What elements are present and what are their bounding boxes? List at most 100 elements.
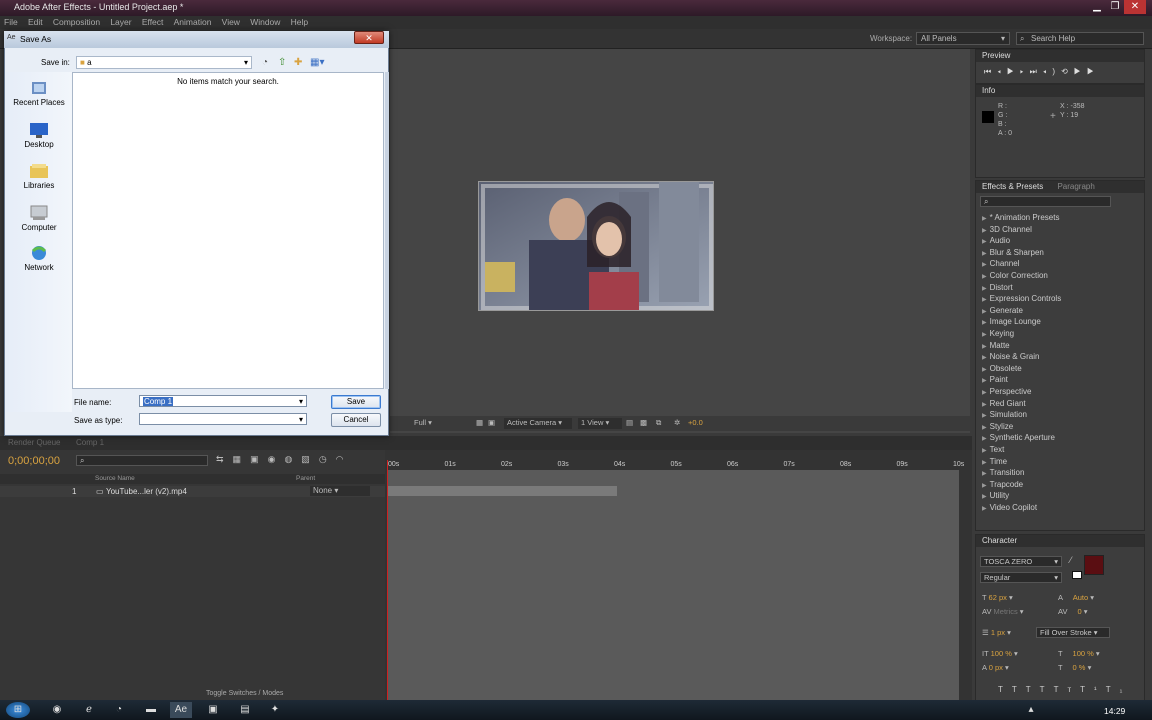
notepad-icon[interactable]: ▤ [234,702,256,718]
effects-category[interactable]: ▶ 3D Channel [982,225,1032,234]
disclosure-triangle-icon[interactable]: ▶ [982,332,987,338]
disclosure-triangle-icon[interactable]: ▶ [982,425,987,431]
auto-keyframe-icon[interactable]: ◷ [319,454,336,464]
disclosure-triangle-icon[interactable]: ▶ [982,286,987,292]
workspace-select[interactable]: All Panels ▾ [916,32,1010,45]
effects-category[interactable]: ▶ Blur & Sharpen [982,248,1044,257]
effects-category[interactable]: ▶ * Animation Presets [982,213,1059,222]
disclosure-triangle-icon[interactable]: ▶ [982,274,987,280]
menu-composition[interactable]: Composition [49,16,104,28]
menu-view[interactable]: View [218,16,244,28]
grid-icon[interactable]: ▦ [476,418,483,429]
layer-duration-bar[interactable] [387,486,617,496]
effects-search-input[interactable]: ⌕ [980,196,1111,207]
tab-effects-presets[interactable]: Effects & Presets [982,182,1043,191]
effects-category[interactable]: ▶ Keying [982,329,1014,338]
disclosure-triangle-icon[interactable]: ▶ [982,239,987,245]
composition-frame[interactable] [478,181,714,311]
premiere-icon[interactable]: ▣ [202,702,224,718]
app-icon[interactable]: ✦ [264,702,286,718]
effects-category[interactable]: ▶ Time [982,457,1007,466]
effects-category[interactable]: ▶ Expression Controls [982,294,1061,303]
resolution-select[interactable]: Full ▾ [414,418,464,429]
stroke-width-value[interactable]: 1 px [991,628,1005,637]
small-caps-button[interactable]: Tт [1054,685,1081,694]
disclosure-triangle-icon[interactable]: ▶ [982,390,987,396]
back-icon[interactable]: ◔ [262,57,268,68]
dialog-close-button[interactable]: ✕ [354,31,384,44]
first-frame-icon[interactable]: ⏮ [984,67,997,76]
exposure-value[interactable]: +0.0 [688,418,703,429]
disclosure-triangle-icon[interactable]: ▶ [982,251,987,257]
effects-category[interactable]: ▶ Matte [982,341,1010,350]
all-caps-button[interactable]: TT [1026,685,1054,694]
superscript-button[interactable]: T¹ [1080,685,1106,694]
effects-category[interactable]: ▶ Audio [982,236,1010,245]
disclosure-triangle-icon[interactable]: ▶ [982,448,987,454]
motion-blur-icon[interactable]: ◍ [284,454,301,464]
menu-effect[interactable]: Effect [138,16,168,28]
disclosure-triangle-icon[interactable]: ▶ [982,506,987,512]
effects-category[interactable]: ▶ Utility [982,491,1009,500]
effects-category[interactable]: ▶ Generate [982,306,1023,315]
kerning-value[interactable]: Metrics [994,607,1018,616]
file-list[interactable]: No items match your search. [72,72,384,389]
up-folder-icon[interactable]: ⇧ [278,57,286,68]
effects-category[interactable]: ▶ Simulation [982,410,1027,419]
horizontal-scale-value[interactable]: 100 % [1073,649,1094,658]
start-button[interactable]: ⊞ [6,702,30,718]
close-button[interactable]: ✕ [1124,0,1146,14]
disclosure-triangle-icon[interactable]: ▶ [982,471,987,477]
menu-edit[interactable]: Edit [24,16,47,28]
explorer-icon[interactable]: ▬ [140,702,162,718]
effects-category[interactable]: ▶ Text [982,445,1004,454]
info-tab[interactable]: Info [976,85,1144,97]
disclosure-triangle-icon[interactable]: ▶ [982,413,987,419]
effects-category[interactable]: ▶ Transition [982,468,1024,477]
effects-category[interactable]: ▶ Perspective [982,387,1031,396]
tab-render-queue[interactable]: Render Queue [8,438,60,447]
effects-category[interactable]: ▶ Channel [982,259,1019,268]
frame-blend-icon[interactable]: ◉ [268,454,285,464]
baseline-value[interactable]: 0 px [989,663,1003,672]
save-button[interactable]: Save [331,395,381,409]
faux-bold-button[interactable]: T [998,685,1012,694]
tray-icons[interactable]: ▴ [1020,702,1042,718]
search-help-input[interactable]: ⌕ Search Help [1016,32,1144,45]
fast-preview-icon[interactable]: ▩ [640,418,647,429]
hide-shy-icon[interactable]: ▣ [250,454,268,464]
effects-category[interactable]: ▶ Synthetic Aperture [982,433,1055,442]
file-list-scrollbar[interactable] [385,72,389,389]
disclosure-triangle-icon[interactable]: ▶ [982,320,987,326]
timecode-display[interactable]: 0;00;00;00 [8,455,60,467]
after-effects-icon[interactable]: Ae [170,702,192,718]
disclosure-triangle-icon[interactable]: ▶ [982,216,987,222]
ram-preview-icon[interactable]: ▶▶ [1074,67,1100,76]
last-frame-icon[interactable]: ⏭ [1030,67,1043,76]
channel-icon[interactable]: ▣ [488,418,495,429]
effects-category[interactable]: ▶ Noise & Grain [982,352,1039,361]
menu-window[interactable]: Window [246,16,284,28]
disclosure-triangle-icon[interactable]: ▶ [982,297,987,303]
camera-select[interactable]: Active Camera ▾ [504,418,572,429]
effects-category[interactable]: ▶ Color Correction [982,271,1048,280]
next-frame-icon[interactable]: ▸ [1020,67,1030,76]
toggle-switches-modes[interactable]: Toggle Switches / Modes [206,690,283,697]
place-libraries[interactable]: Libraries [6,163,72,190]
effects-category[interactable]: ▶ Stylize [982,422,1013,431]
effects-category[interactable]: ▶ Paint [982,375,1008,384]
subscript-button[interactable]: T₁ [1106,685,1132,694]
dialog-title-bar[interactable]: Ae Save As [4,31,389,48]
effects-category[interactable]: ▶ Trapcode [982,480,1023,489]
filetype-select[interactable]: ▾ [139,413,307,425]
view-menu-icon[interactable]: ▦▾ [310,57,324,68]
tsume-value[interactable]: 0 % [1073,663,1086,672]
loop-icon[interactable]: ⟲ [1061,67,1074,76]
disclosure-triangle-icon[interactable]: ▶ [982,367,987,373]
effects-category[interactable]: ▶ Image Lounge [982,317,1041,326]
save-in-select[interactable]: ■ a ▾ [76,56,252,69]
comp-mini-flowchart-icon[interactable]: ⇆ [216,454,233,464]
tracking-value[interactable]: 0 [1078,607,1082,616]
graph-editor-icon[interactable]: ◠ [336,454,353,464]
prev-frame-icon[interactable]: ◂ [997,67,1007,76]
